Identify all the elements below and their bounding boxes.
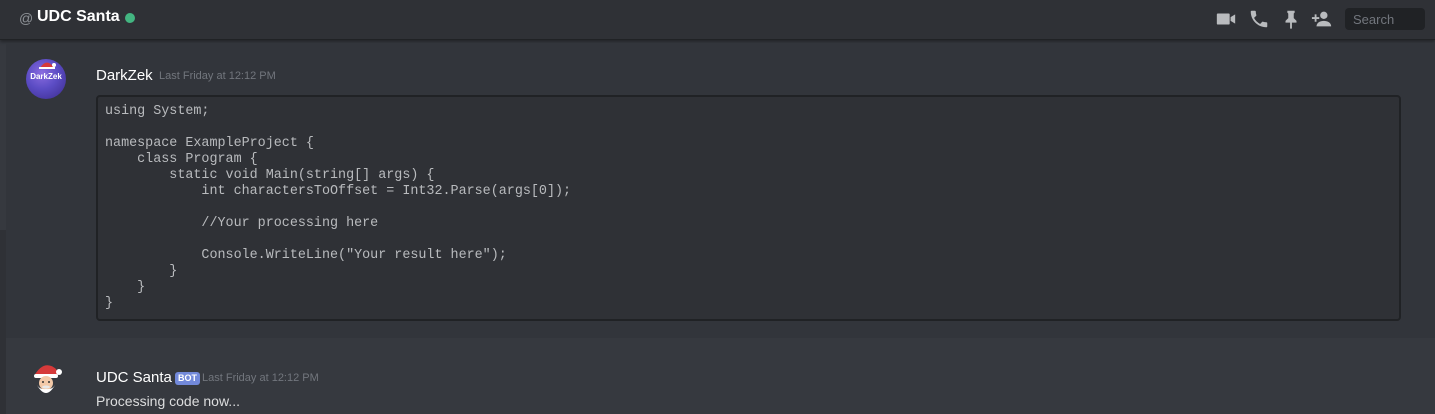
code-line: namespace ExampleProject { <box>105 136 314 151</box>
code-line: Console.WriteLine("Your result here"); <box>105 248 507 263</box>
message-timestamp: Last Friday at 12:12 PM <box>159 70 276 82</box>
video-icon[interactable] <box>1215 8 1237 30</box>
message-author[interactable]: UDC Santa <box>96 369 172 386</box>
code-line: } <box>105 264 178 279</box>
code-line: } <box>105 296 114 311</box>
code-line: using System; <box>105 104 210 119</box>
avatar[interactable]: DarkZek <box>26 59 66 99</box>
add-friend-icon[interactable] <box>1311 8 1333 30</box>
code-line: } <box>105 280 146 295</box>
code-line: class Program { <box>105 152 258 167</box>
code-line: int charactersToOffset = Int32.Parse(arg… <box>105 184 572 199</box>
online-status-indicator <box>125 13 135 23</box>
code-block: using System; namespace ExampleProject {… <box>96 95 1401 321</box>
code-line: static void Main(string[] args) { <box>105 168 435 183</box>
code-line: //Your processing here <box>105 216 379 231</box>
avatar-label: DarkZek <box>30 72 62 81</box>
at-icon: @ <box>19 10 34 26</box>
message-group: DarkZek DarkZek Last Friday at 12:12 PM … <box>6 43 1435 338</box>
phone-icon[interactable] <box>1248 8 1270 30</box>
dm-title: UDC Santa <box>37 8 120 25</box>
search-input[interactable] <box>1345 8 1425 30</box>
santa-hat-icon <box>39 62 56 69</box>
santa-avatar-icon[interactable] <box>26 359 66 399</box>
message-timestamp: Last Friday at 12:12 PM <box>202 372 319 384</box>
bot-badge: BOT <box>175 372 200 385</box>
message-text: Processing code now... <box>96 393 240 409</box>
pin-icon[interactable] <box>1280 8 1302 30</box>
channel-header: @ UDC Santa <box>0 0 1435 40</box>
message-author[interactable]: DarkZek <box>96 67 153 84</box>
message-group: UDC Santa BOT Last Friday at 12:12 PM Pr… <box>6 355 1435 414</box>
